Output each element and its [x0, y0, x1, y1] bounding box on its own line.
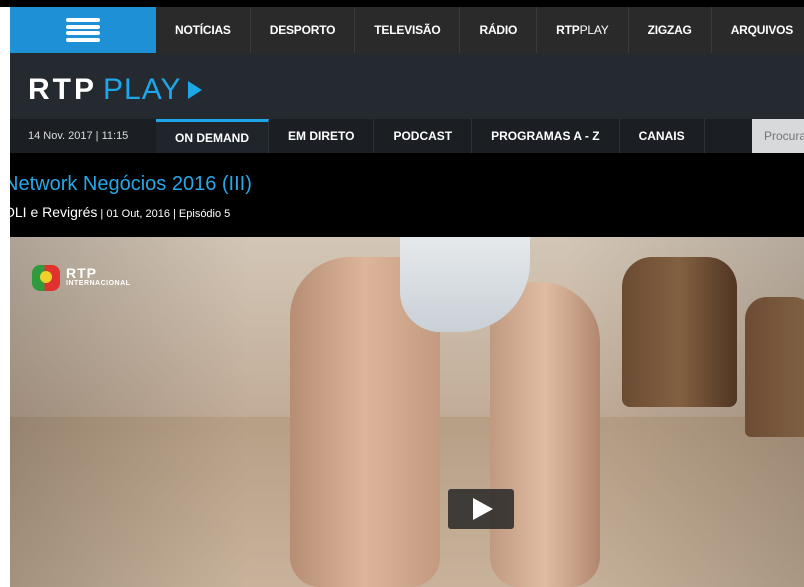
tab-podcast[interactable]: PODCAST: [374, 119, 473, 153]
secondary-navigation: 14 Nov. 2017 | 11:15 ON DEMAND EM DIRETO…: [10, 119, 804, 153]
logo-rtp: RTP: [28, 73, 97, 106]
top-border: [0, 0, 804, 7]
tab-em-direto[interactable]: EM DIRETO: [269, 119, 375, 153]
nav-noticias[interactable]: NOTÍCIAS: [156, 7, 251, 53]
browser-viewport: NOTÍCIAS DESPORTO TELEVISÃO RÁDIO RTP PLA…: [10, 7, 804, 587]
play-arrow-icon: [187, 81, 202, 99]
search-box: [752, 119, 804, 153]
tab-programas-a-z[interactable]: PROGRAMAS A - Z: [472, 119, 620, 153]
nav-rtpplay[interactable]: RTP PLAY: [537, 7, 629, 53]
channel-logo: RTP INTERNACIONAL: [32, 265, 130, 291]
hamburger-icon: [66, 18, 100, 42]
channel-logo-text: RTP INTERNACIONAL: [66, 266, 131, 289]
nav-arquivos[interactable]: ARQUIVOS: [712, 7, 804, 53]
current-date: 14 Nov. 2017 | 11:15: [28, 130, 129, 142]
play-icon: [473, 498, 493, 520]
channel-sub: INTERNACIONAL: [66, 279, 131, 287]
top-navigation: NOTÍCIAS DESPORTO TELEVISÃO RÁDIO RTP PLA…: [10, 7, 804, 53]
episode-title: Network Negócios 2016 (III): [10, 173, 252, 195]
menu-button[interactable]: [10, 7, 156, 53]
play-button[interactable]: [448, 489, 514, 529]
rtp-flag-icon: [32, 265, 60, 291]
episode-subject: OLI e Revigrés: [10, 204, 98, 220]
rtp-play-logo[interactable]: RTP PLAY: [28, 73, 202, 107]
nav-zigzag[interactable]: ZIGZAG: [629, 7, 712, 53]
episode-details: | 01 Out, 2016 | Episódio 5: [97, 208, 231, 220]
episode-header: Network Negócios 2016 (III) OLI e Revigr…: [10, 153, 804, 237]
search-input[interactable]: [752, 119, 804, 153]
nav-radio[interactable]: RÁDIO: [460, 7, 538, 53]
video-player[interactable]: RTP INTERNACIONAL: [10, 237, 804, 587]
episode-subtitle: OLI e Revigrés | 01 Out, 2016 | Episódio…: [10, 204, 230, 220]
brand-bar: RTP PLAY: [10, 53, 804, 119]
nav-desporto[interactable]: DESPORTO: [251, 7, 356, 53]
nav-rtpplay-play: PLAY: [579, 23, 609, 37]
nav-televisao[interactable]: TELEVISÃO: [355, 7, 461, 53]
nav-rtpplay-rtp: RTP: [556, 23, 580, 37]
tab-on-demand[interactable]: ON DEMAND: [156, 119, 269, 153]
tab-canais[interactable]: CANAIS: [620, 119, 705, 153]
logo-play: PLAY: [103, 73, 182, 106]
